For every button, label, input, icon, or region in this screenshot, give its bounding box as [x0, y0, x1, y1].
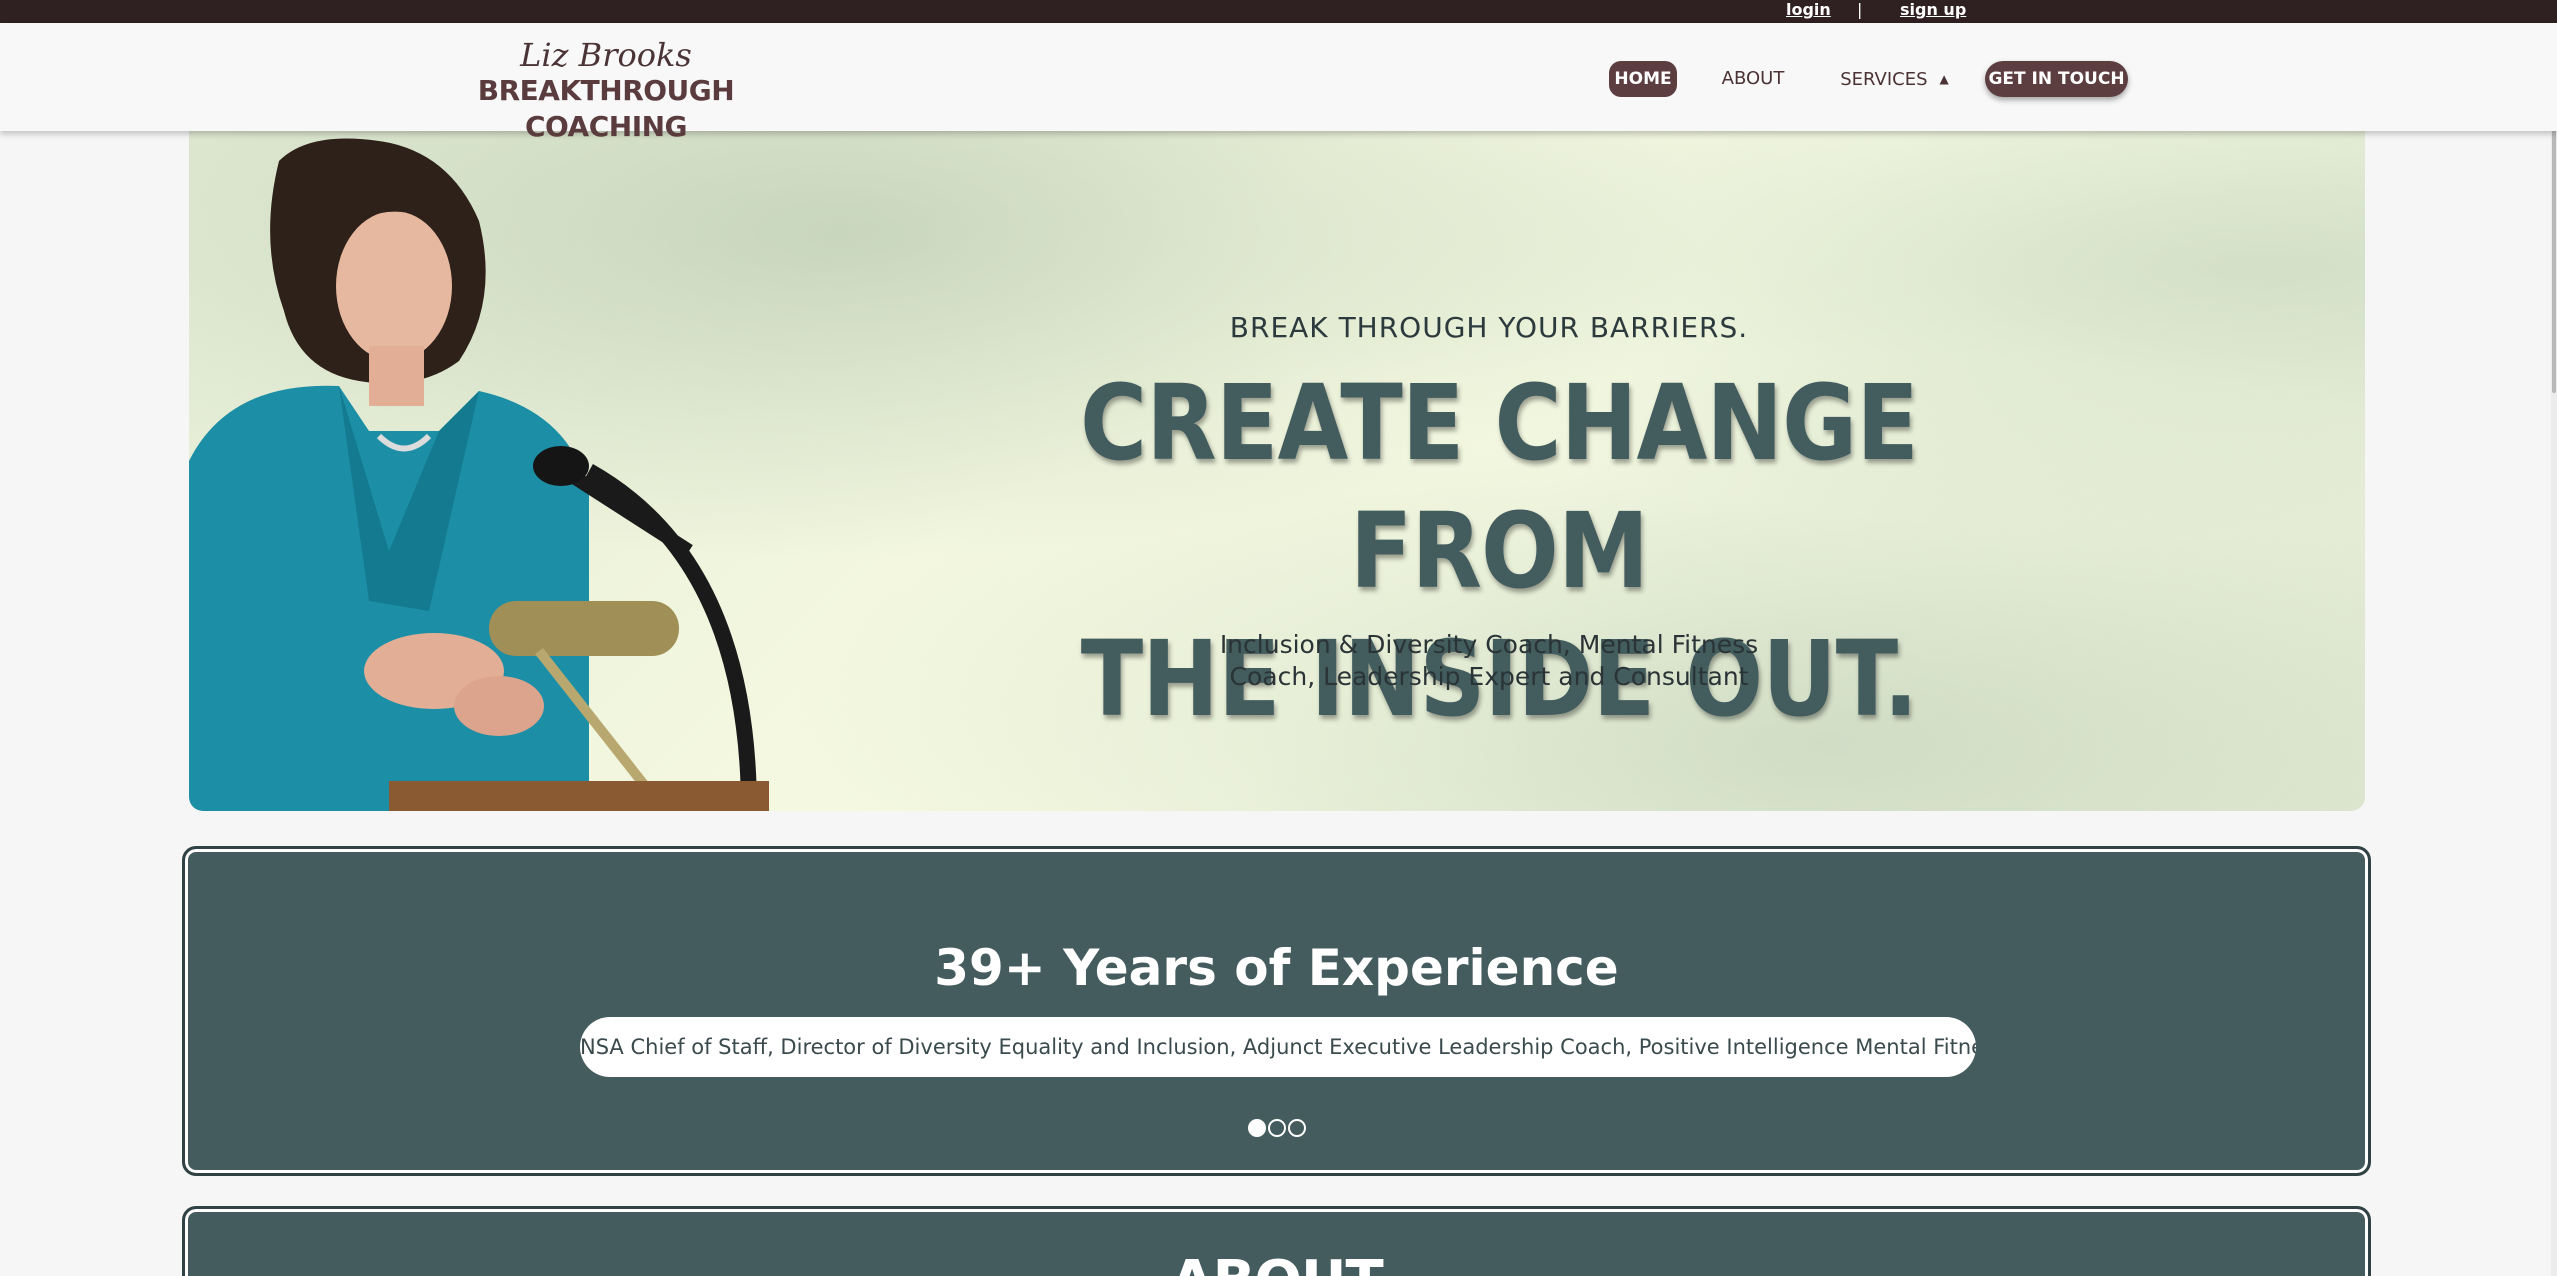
carousel-dot-1[interactable] [1248, 1119, 1266, 1137]
speaker-photo [189, 138, 769, 811]
caret-up-icon: ▲ [1939, 72, 1949, 86]
page-scrollbar[interactable] [2551, 23, 2557, 1276]
about-title: ABOUT [185, 1249, 2368, 1276]
brand-name-main: BREAKTHROUGH COACHING [477, 74, 735, 143]
get-in-touch-button[interactable]: GET IN TOUCH [1985, 61, 2128, 97]
experience-title: 39+ Years of Experience [934, 939, 1619, 997]
nav-services[interactable]: SERVICES ▲ [1832, 61, 1957, 97]
hero-tagline: BREAK THROUGH YOUR BARRIERS. [1229, 311, 1749, 344]
login-link[interactable]: login [1786, 0, 1831, 20]
brand-name-script: Liz Brooks [520, 36, 692, 74]
hero-subtitle-line-1: Inclusion & Diversity Coach, Mental Fitn… [1219, 630, 1759, 659]
signup-link[interactable]: sign up [1900, 0, 1966, 20]
nav-services-label: SERVICES [1840, 69, 1928, 90]
experience-panel: 39+ Years of Experience NSA Chief of Sta… [182, 846, 2371, 1176]
experience-roles-pill: NSA Chief of Staff, Director of Diversit… [580, 1017, 1976, 1077]
carousel-dots [1248, 1119, 1306, 1139]
carousel-dot-2[interactable] [1268, 1119, 1286, 1137]
carousel-dot-3[interactable] [1288, 1119, 1306, 1137]
hero-banner: BREAK THROUGH YOUR BARRIERS. CREATE CHAN… [189, 131, 2365, 811]
hero-subtitle-line-2: Coach, Leadership Expert and Consultant [1229, 662, 1749, 691]
hero-subtitle: Inclusion & Diversity Coach, Mental Fitn… [1189, 629, 1789, 693]
site-header: Liz Brooks BREAKTHROUGH COACHING HOME AB… [0, 23, 2557, 143]
nav-about[interactable]: ABOUT [1716, 61, 1790, 97]
utility-bar: login | sign up [0, 0, 2557, 23]
hero-headline-line-1: CREATE CHANGE FROM [1079, 362, 1919, 612]
utility-separator: | [1857, 0, 1863, 19]
nav-home[interactable]: HOME [1609, 61, 1677, 97]
brand-logo[interactable]: Liz Brooks BREAKTHROUGH COACHING [426, 37, 786, 145]
about-panel: ABOUT [182, 1206, 2371, 1276]
